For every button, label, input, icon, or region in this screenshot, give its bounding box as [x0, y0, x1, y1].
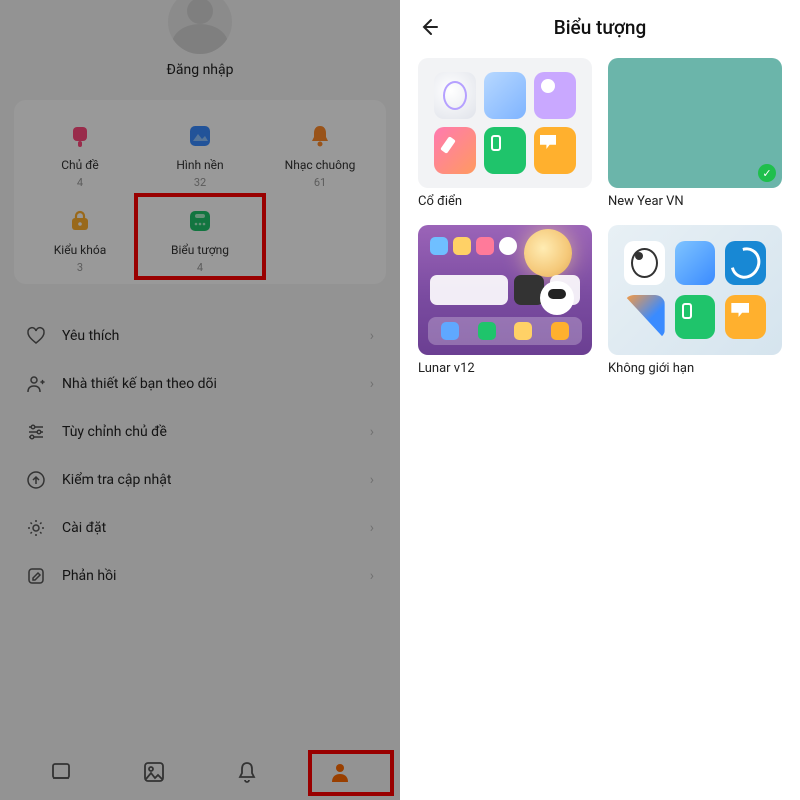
grid-count: 61 [314, 176, 326, 189]
chevron-right-icon: › [370, 328, 374, 344]
profile-screen: Đăng nhập Chủ đề 4 Hình nền 32 [0, 0, 400, 800]
sliders-icon [26, 422, 46, 442]
header: Biểu tượng [418, 0, 782, 54]
menu-feedback[interactable]: Phản hồi › [26, 552, 374, 600]
grid-count: 3 [77, 261, 83, 274]
grid-label: Nhạc chuông [285, 158, 356, 172]
grid-item-wallpapers[interactable]: Hình nền 32 [140, 118, 260, 189]
person-icon [26, 374, 46, 394]
grid-count: 32 [194, 176, 206, 189]
pack-label: Cổ điển [418, 194, 592, 209]
pack-label: Lunar v12 [418, 361, 592, 376]
pack-thumb [418, 225, 592, 355]
pack-thumb [418, 58, 592, 188]
pack-lunar[interactable]: Lunar v12 [418, 225, 592, 376]
menu-label: Nhà thiết kế bạn theo dõi [62, 376, 217, 392]
pack-newyear[interactable]: ✓ New Year VN [608, 58, 782, 209]
menu-label: Yêu thích [62, 328, 119, 344]
chevron-right-icon: › [370, 376, 374, 392]
pack-unlimited[interactable]: Không giới hạn [608, 225, 782, 376]
heart-icon [26, 326, 46, 346]
menu-designers[interactable]: Nhà thiết kế bạn theo dõi › [26, 360, 374, 408]
grid-item-themes[interactable]: Chủ đề 4 [20, 118, 140, 189]
grid-label: Hình nền [176, 158, 223, 172]
login-label: Đăng nhập [167, 62, 234, 78]
avatar-placeholder-icon [168, 0, 232, 54]
highlight-box [308, 750, 394, 796]
highlight-box [134, 193, 266, 280]
back-button[interactable] [418, 16, 440, 38]
icons-screen: Biểu tượng Cổ điển ✓ New Year VN [400, 0, 800, 800]
grid-count: 4 [77, 176, 83, 189]
menu-customize[interactable]: Tùy chỉnh chủ đề › [26, 408, 374, 456]
grid-item-ringtones[interactable]: Nhạc chuông 61 [260, 118, 380, 189]
resource-grid: Chủ đề 4 Hình nền 32 Nhạc chuông 61 [14, 100, 386, 284]
chevron-right-icon: › [370, 472, 374, 488]
menu-favorites[interactable]: Yêu thích › [26, 312, 374, 360]
chevron-right-icon: › [370, 424, 374, 440]
menu-update[interactable]: Kiểm tra cập nhật › [26, 456, 374, 504]
chevron-right-icon: › [370, 568, 374, 584]
icon-pack-grid: Cổ điển ✓ New Year VN [418, 58, 782, 376]
pin-icon [62, 118, 98, 154]
pack-label: Không giới hạn [608, 361, 782, 376]
nav-wallpaper-icon[interactable] [140, 758, 168, 786]
grid-item-lockstyle[interactable]: Kiểu khóa 3 [20, 203, 140, 274]
nav-ringtone-icon[interactable] [233, 758, 261, 786]
menu-settings[interactable]: Cài đặt › [26, 504, 374, 552]
avatar-block[interactable]: Đăng nhập [0, 0, 400, 94]
upload-circle-icon [26, 470, 46, 490]
pack-thumb: ✓ [608, 58, 782, 188]
pack-thumb [608, 225, 782, 355]
menu-label: Cài đặt [62, 520, 106, 536]
pack-codon[interactable]: Cổ điển [418, 58, 592, 209]
bottom-nav [0, 744, 400, 800]
menu-list: Yêu thích › Nhà thiết kế bạn theo dõi › … [0, 312, 400, 744]
chevron-right-icon: › [370, 520, 374, 536]
bell-icon [302, 118, 338, 154]
pack-label: New Year VN [608, 194, 782, 209]
menu-label: Phản hồi [62, 568, 116, 584]
lock-icon [62, 203, 98, 239]
page-title: Biểu tượng [418, 16, 782, 39]
grid-label: Kiểu khóa [54, 243, 106, 257]
check-icon: ✓ [758, 164, 776, 182]
edit-icon [26, 566, 46, 586]
wallpaper-icon [182, 118, 218, 154]
grid-label: Chủ đề [61, 158, 99, 172]
menu-label: Kiểm tra cập nhật [62, 472, 171, 488]
gear-icon [26, 518, 46, 538]
grid-item-icons[interactable]: Biểu tượng 4 [140, 203, 260, 274]
menu-label: Tùy chỉnh chủ đề [62, 424, 167, 440]
nav-home-icon[interactable] [47, 758, 75, 786]
